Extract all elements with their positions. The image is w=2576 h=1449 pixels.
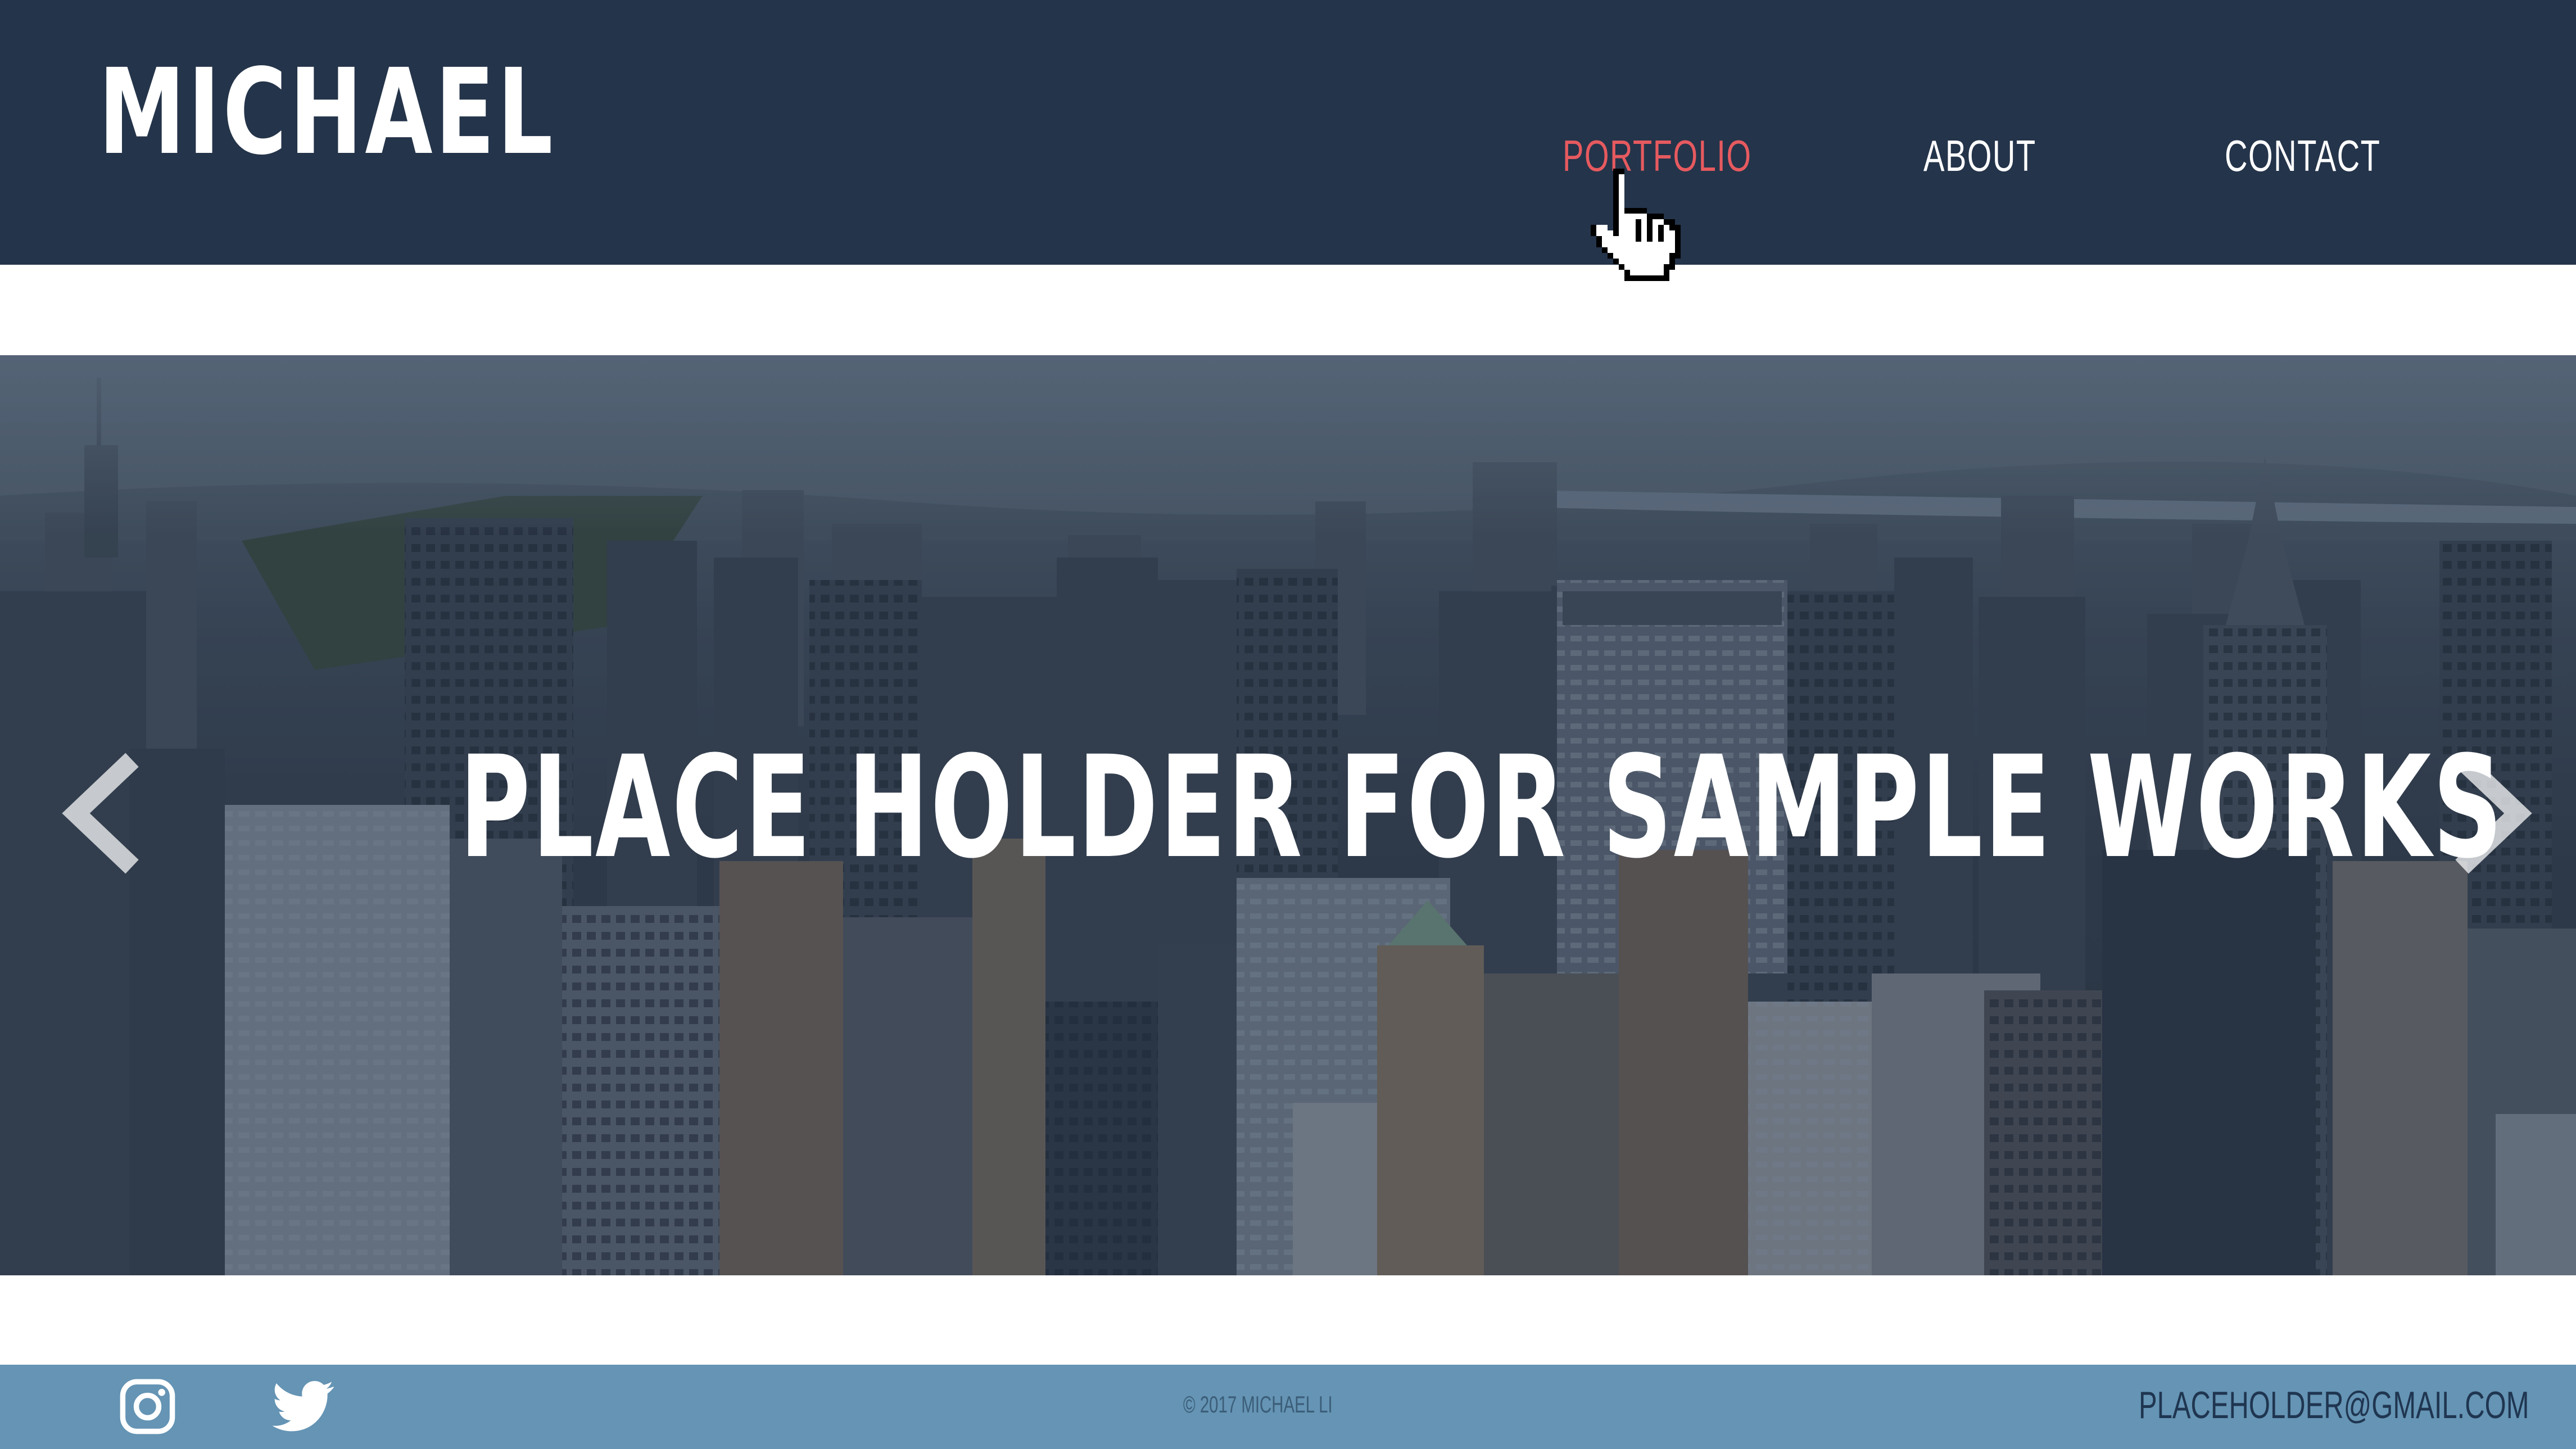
- hero-title: PLACE HOLDER FOR SAMPLE WORKS: [459, 726, 2505, 889]
- twitter-icon[interactable]: [273, 1375, 334, 1437]
- hand-cursor-icon: [1591, 169, 1681, 281]
- nav-about-link[interactable]: ABOUT: [1923, 134, 2036, 178]
- site-logo[interactable]: MICHAEL: [98, 53, 555, 171]
- site-footer: © 2017 MICHAEL LI PLACEHOLDER@GMAIL.COM: [0, 1365, 2576, 1449]
- instagram-icon[interactable]: [118, 1377, 177, 1436]
- chevron-right-icon[interactable]: [2445, 749, 2541, 878]
- hero-banner: PLACE HOLDER FOR SAMPLE WORKS: [0, 355, 2576, 1275]
- chevron-left-icon[interactable]: [53, 749, 149, 878]
- nav-contact-link[interactable]: CONTACT: [2225, 134, 2380, 178]
- copyright-text: © 2017 MICHAEL LI: [1183, 1391, 1333, 1418]
- site-header: MICHAEL PORTFOLIO ABOUT CONTACT: [0, 0, 2576, 265]
- email-link[interactable]: PLACEHOLDER@GMAIL.COM: [2139, 1386, 2529, 1424]
